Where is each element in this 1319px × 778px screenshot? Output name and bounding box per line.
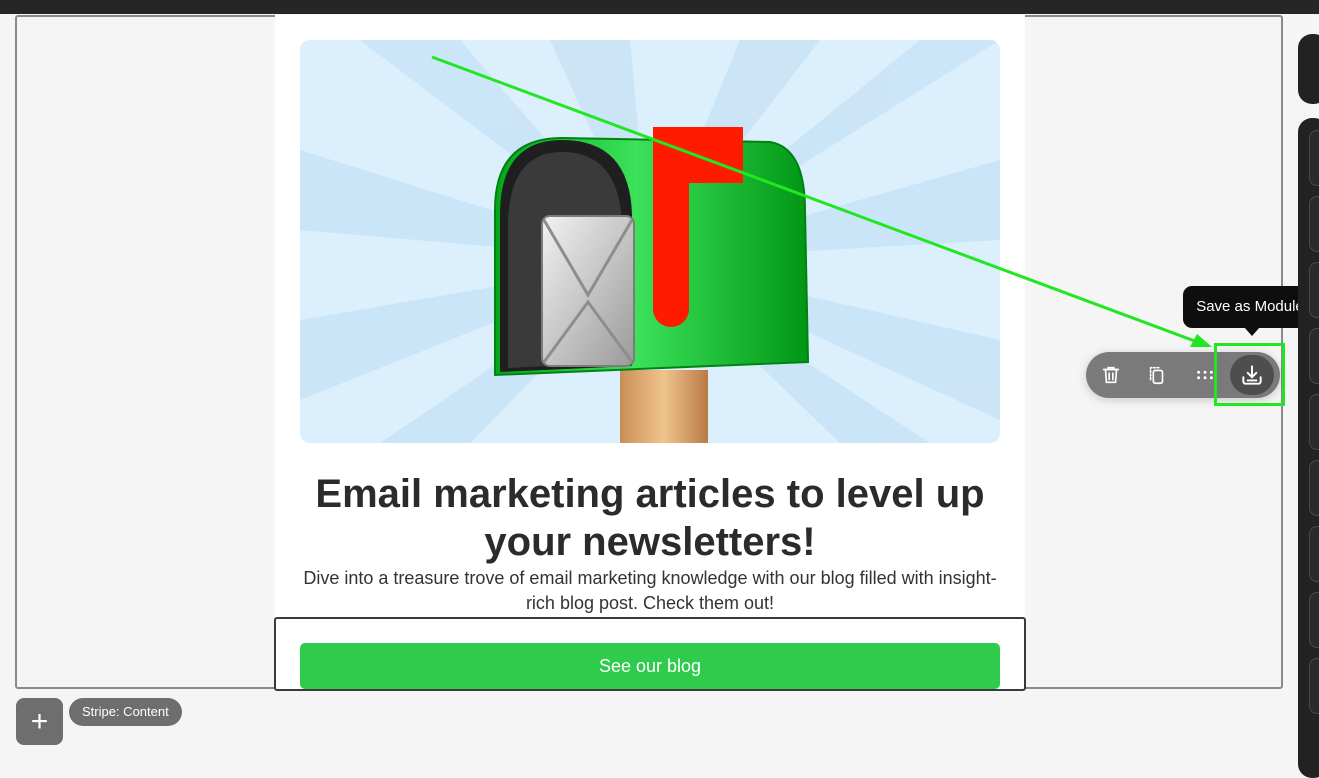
right-sidebar-rail xyxy=(1298,118,1319,778)
save-as-module-tooltip: Save as Module xyxy=(1183,286,1317,328)
rail-item[interactable] xyxy=(1309,262,1319,318)
stripe-label-badge: Stripe: Content xyxy=(69,698,182,726)
rail-item[interactable] xyxy=(1309,328,1319,384)
save-module-highlight-box xyxy=(1214,343,1285,406)
see-blog-button[interactable]: See our blog xyxy=(300,643,1000,689)
duplicate-icon[interactable] xyxy=(1142,360,1172,390)
add-stripe-button[interactable]: + xyxy=(16,698,63,745)
rail-item[interactable] xyxy=(1309,460,1319,516)
rail-item[interactable] xyxy=(1309,526,1319,582)
rail-item[interactable] xyxy=(1309,130,1319,186)
rail-item[interactable] xyxy=(1309,592,1319,648)
hero-image-mailbox[interactable] xyxy=(300,40,1000,443)
rail-item[interactable] xyxy=(1309,196,1319,252)
headline: Email marketing articles to level up you… xyxy=(315,472,985,564)
rail-item[interactable] xyxy=(1309,394,1319,450)
tooltip-arrow xyxy=(1244,327,1260,336)
mailbox-illustration xyxy=(300,40,1000,443)
top-bar xyxy=(0,0,1319,14)
right-panel-header xyxy=(1298,34,1319,104)
trash-icon[interactable] xyxy=(1096,360,1126,390)
rail-item[interactable] xyxy=(1309,658,1319,714)
body-text: Dive into a treasure trove of email mark… xyxy=(303,568,997,613)
